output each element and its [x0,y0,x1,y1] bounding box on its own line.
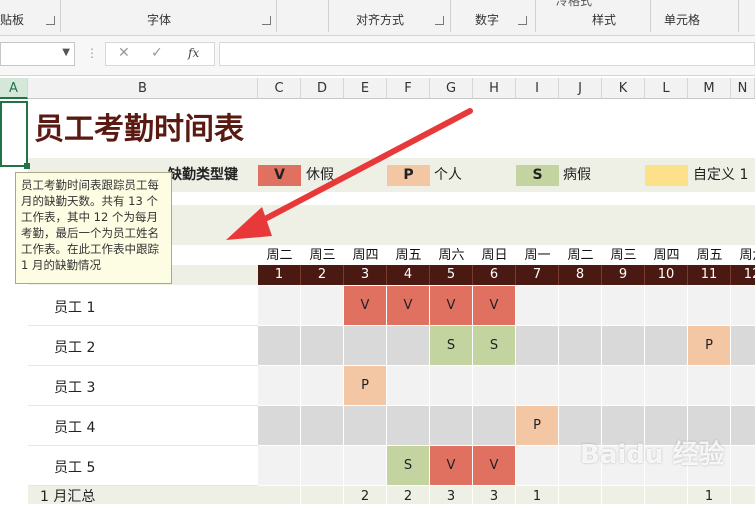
annotation-arrow-icon [226,108,473,240]
watermark: Baidu 经验 [580,440,725,470]
